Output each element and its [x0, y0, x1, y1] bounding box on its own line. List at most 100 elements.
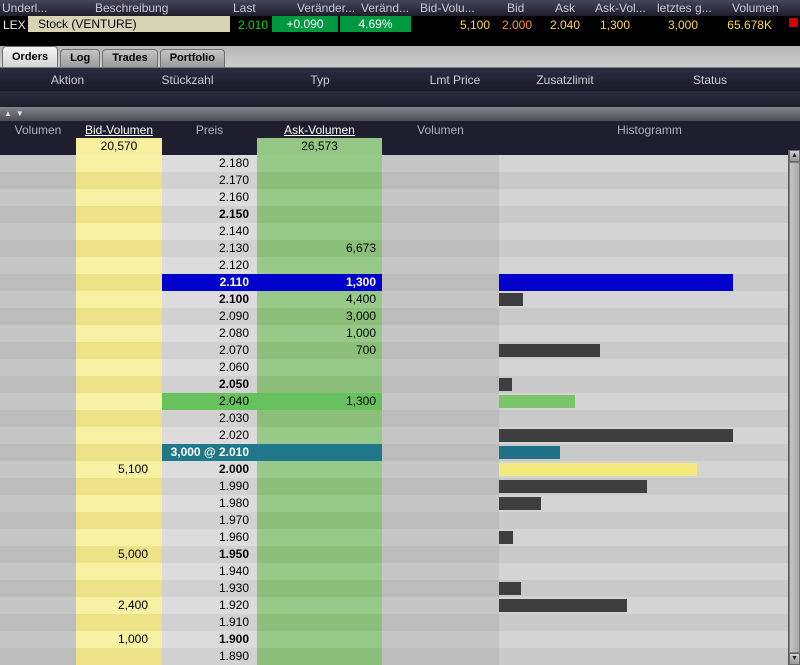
bid-size-cell[interactable]	[76, 189, 162, 206]
ask-size-cell[interactable]	[257, 444, 382, 461]
price-cell[interactable]: 2.030	[162, 410, 257, 427]
ask-size-cell[interactable]	[257, 376, 382, 393]
tab-trades[interactable]: Trades	[102, 49, 157, 67]
last-price-value[interactable]: 2.010	[228, 18, 268, 32]
col-header-underlying[interactable]: Underl...	[2, 1, 47, 15]
price-cell[interactable]: 1.900	[162, 631, 257, 648]
bid-size-cell[interactable]	[76, 529, 162, 546]
ask-size-cell[interactable]	[257, 461, 382, 478]
ask-size-cell[interactable]: 1,300	[257, 393, 382, 410]
collapse-down-icon[interactable]: ▼	[16, 107, 24, 121]
ladder-header-ask-volumen[interactable]: Ask-Volumen	[257, 123, 382, 137]
price-cell[interactable]: 1.910	[162, 614, 257, 631]
description-value[interactable]: Stock (VENTURE)	[28, 16, 230, 32]
ask-size-cell[interactable]	[257, 648, 382, 665]
price-cell[interactable]: 3,000 @ 2.010	[162, 444, 257, 461]
tab-orders[interactable]: Orders	[2, 46, 58, 67]
col-header-ask-volume[interactable]: Ask-Vol...	[595, 1, 646, 15]
ask-size-cell[interactable]	[257, 410, 382, 427]
ask-size-cell[interactable]	[257, 529, 382, 546]
bid-size-cell[interactable]	[76, 478, 162, 495]
scroll-down-icon[interactable]: ▼	[789, 653, 800, 665]
ask-size-cell[interactable]: 4,400	[257, 291, 382, 308]
ask-size-cell[interactable]: 6,673	[257, 240, 382, 257]
price-cell[interactable]: 2.070	[162, 342, 257, 359]
bid-size-cell[interactable]	[76, 240, 162, 257]
ask-size-cell[interactable]	[257, 563, 382, 580]
ladder-header-bid-volumen[interactable]: Bid-Volumen	[76, 123, 162, 137]
bid-size-cell[interactable]	[76, 512, 162, 529]
orders-header-quantity[interactable]: Stückzahl	[135, 73, 240, 87]
ask-value[interactable]: 2.040	[534, 18, 580, 32]
bid-size-cell[interactable]	[76, 155, 162, 172]
price-cell[interactable]: 2.110	[162, 274, 257, 291]
ask-size-cell[interactable]	[257, 597, 382, 614]
bid-size-cell[interactable]	[76, 614, 162, 631]
change-percent-value[interactable]: 4.69%	[340, 16, 411, 32]
bid-size-cell[interactable]	[76, 495, 162, 512]
col-header-bid[interactable]: Bid	[507, 1, 524, 15]
price-cell[interactable]: 2.170	[162, 172, 257, 189]
bid-size-cell[interactable]	[76, 359, 162, 376]
price-cell[interactable]: 2.000	[162, 461, 257, 478]
price-cell[interactable]: 1.890	[162, 648, 257, 665]
tab-log[interactable]: Log	[60, 49, 100, 67]
orders-header-aux-limit[interactable]: Zusatzlimit	[510, 73, 620, 87]
price-cell[interactable]: 2.150	[162, 206, 257, 223]
price-cell[interactable]: 2.080	[162, 325, 257, 342]
col-header-last[interactable]: Last	[233, 1, 256, 15]
ladder-scrollbar[interactable]: ▲ ▼	[788, 150, 800, 665]
col-header-last-size[interactable]: letztes g...	[657, 1, 712, 15]
bid-size-cell[interactable]: 1,000	[76, 631, 162, 648]
bid-size-cell[interactable]: 5,100	[76, 461, 162, 478]
orders-header-lmt-price[interactable]: Lmt Price	[400, 73, 510, 87]
ask-size-cell[interactable]	[257, 359, 382, 376]
price-cell[interactable]: 2.130	[162, 240, 257, 257]
bid-size-cell[interactable]	[76, 376, 162, 393]
bid-volume-value[interactable]: 5,100	[418, 18, 490, 32]
bid-size-cell[interactable]	[76, 580, 162, 597]
ask-size-cell[interactable]	[257, 189, 382, 206]
ask-size-cell[interactable]	[257, 206, 382, 223]
bid-size-cell[interactable]	[76, 257, 162, 274]
ask-size-cell[interactable]	[257, 614, 382, 631]
price-cell[interactable]: 1.970	[162, 512, 257, 529]
price-cell[interactable]: 2.020	[162, 427, 257, 444]
col-header-description[interactable]: Beschreibung	[95, 1, 168, 15]
collapse-up-icon[interactable]: ▲	[4, 107, 12, 121]
orders-header-status[interactable]: Status	[620, 73, 800, 87]
ask-size-cell[interactable]: 700	[257, 342, 382, 359]
bid-size-cell[interactable]: 5,000	[76, 546, 162, 563]
col-header-change-pct[interactable]: Veränd...	[361, 1, 409, 15]
price-cell[interactable]: 1.940	[162, 563, 257, 580]
ask-size-cell[interactable]	[257, 478, 382, 495]
scrollbar-thumb[interactable]	[789, 162, 800, 653]
bid-size-cell[interactable]	[76, 393, 162, 410]
change-value[interactable]: +0.090	[272, 16, 338, 32]
orders-header-action[interactable]: Aktion	[0, 73, 135, 87]
price-cell[interactable]: 2.060	[162, 359, 257, 376]
ask-volume-value[interactable]: 1,300	[584, 18, 630, 32]
price-cell[interactable]: 2.160	[162, 189, 257, 206]
ask-size-cell[interactable]	[257, 427, 382, 444]
price-cell[interactable]: 1.960	[162, 529, 257, 546]
ask-size-cell[interactable]	[257, 580, 382, 597]
ask-size-cell[interactable]	[257, 257, 382, 274]
price-cell[interactable]: 1.930	[162, 580, 257, 597]
bid-size-cell[interactable]	[76, 206, 162, 223]
tab-portfolio[interactable]: Portfolio	[160, 49, 225, 67]
col-header-bid-volume[interactable]: Bid-Volu...	[420, 1, 475, 15]
bid-size-cell[interactable]	[76, 410, 162, 427]
price-cell[interactable]: 1.950	[162, 546, 257, 563]
ask-size-cell[interactable]: 3,000	[257, 308, 382, 325]
price-cell[interactable]: 2.120	[162, 257, 257, 274]
bid-size-cell[interactable]	[76, 342, 162, 359]
price-cell[interactable]: 2.040	[162, 393, 257, 410]
bid-size-cell[interactable]	[76, 274, 162, 291]
bid-size-cell[interactable]	[76, 291, 162, 308]
bid-size-cell[interactable]: 2,400	[76, 597, 162, 614]
ask-size-cell[interactable]	[257, 223, 382, 240]
orders-header-type[interactable]: Typ	[240, 73, 400, 87]
price-cell[interactable]: 2.100	[162, 291, 257, 308]
bid-size-cell[interactable]	[76, 223, 162, 240]
